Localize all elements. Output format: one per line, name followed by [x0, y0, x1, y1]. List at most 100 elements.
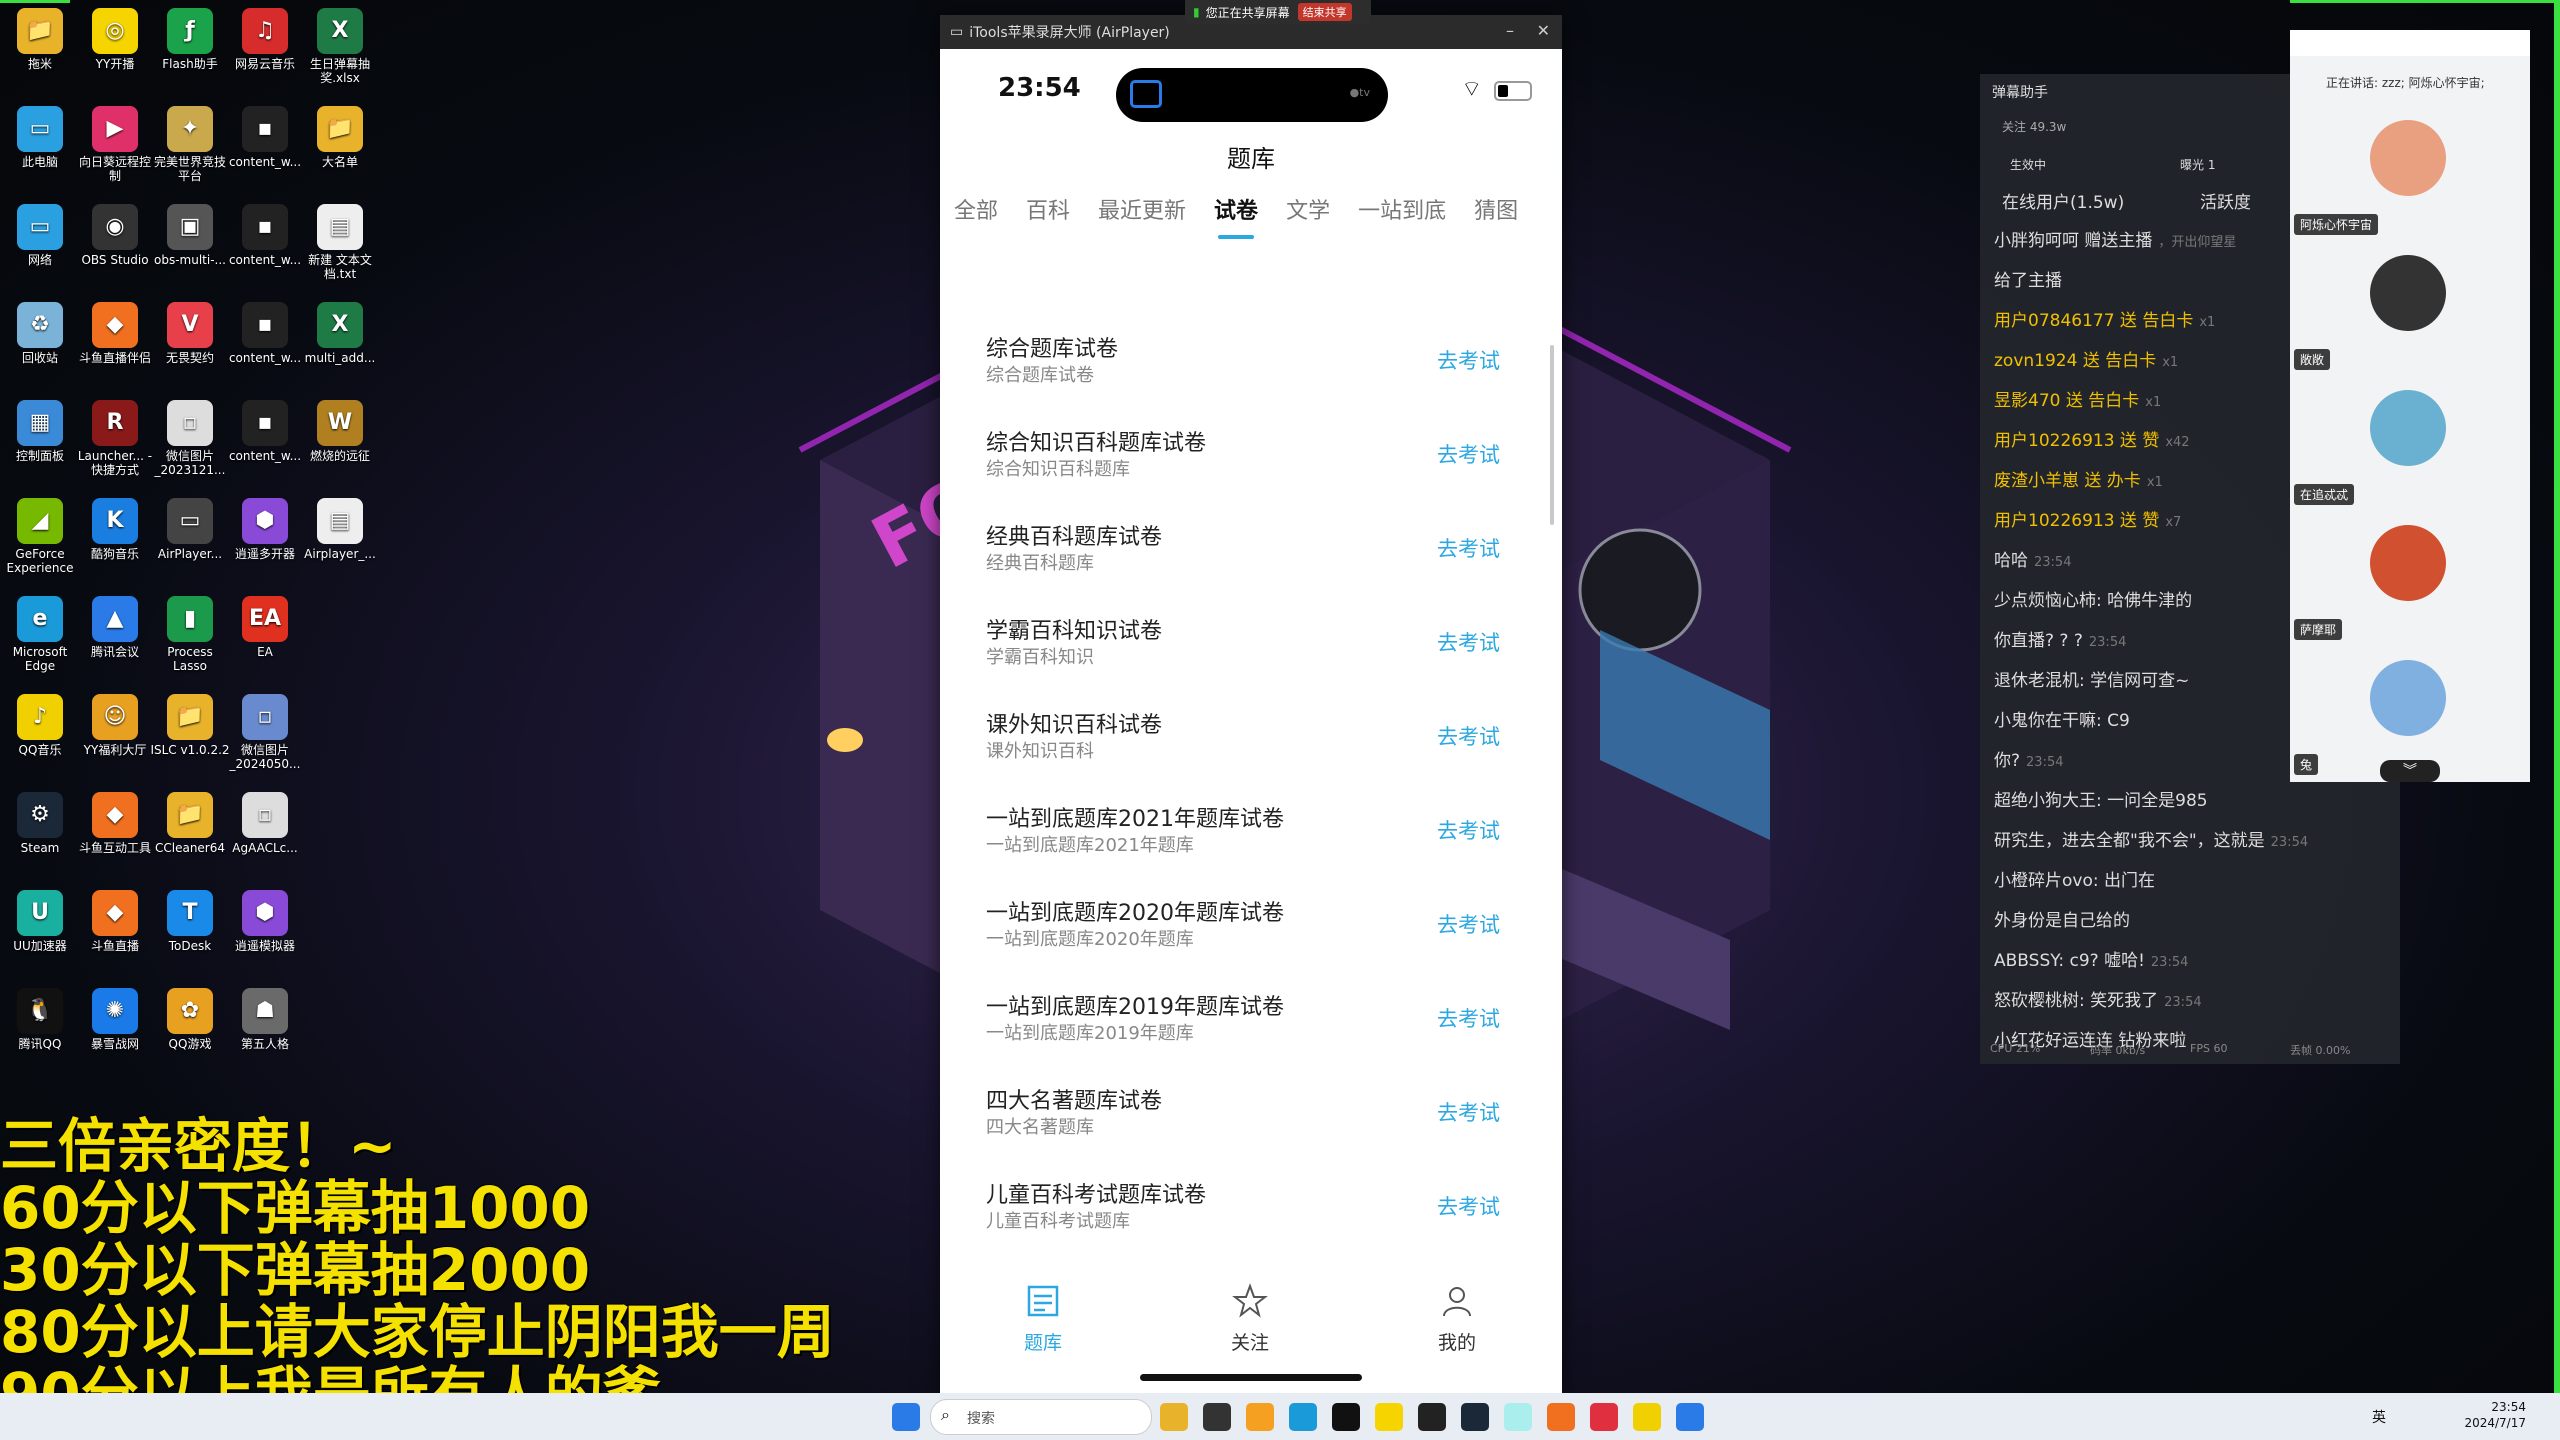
tab-3[interactable]: 试卷 [1214, 193, 1258, 239]
desktop-icon[interactable]: ☺ YY福利大厅 [75, 694, 155, 757]
desktop-icon[interactable]: ▲ 腾讯会议 [75, 596, 155, 659]
scrollbar[interactable] [1550, 345, 1554, 525]
tab-6[interactable]: 猜图 [1474, 193, 1518, 225]
desktop-icon[interactable]: ✺ 暴雪战网 [75, 988, 155, 1051]
desktop-icon[interactable]: ▪ content_w... [225, 204, 305, 267]
exam-list-item[interactable]: 学霸百科知识试卷 学霸百科知识 去考试 [940, 587, 1562, 681]
tab-4[interactable]: 文学 [1286, 193, 1330, 225]
taskbar-app-icon[interactable] [1332, 1403, 1360, 1431]
desktop-icon[interactable]: U UU加速器 [0, 890, 80, 953]
taskbar-app-icon[interactable] [1418, 1403, 1446, 1431]
take-exam-button[interactable]: 去考试 [1437, 1191, 1500, 1221]
take-exam-button[interactable]: 去考试 [1437, 1097, 1500, 1127]
desktop-icon[interactable]: ◆ 斗鱼互动工具 [75, 792, 155, 855]
end-share-button[interactable]: 结束共享 [1297, 3, 1352, 21]
desktop-icon[interactable]: ◎ YY开播 [75, 8, 155, 71]
taskbar-app-icon[interactable] [1203, 1403, 1231, 1431]
desktop-icon[interactable]: ▫ 微信图片_2024050... [225, 694, 305, 771]
desktop-icon[interactable]: Xmulti_add... [300, 302, 380, 365]
desktop-icon[interactable]: 📁 CCleaner64 [150, 792, 230, 855]
desktop-icon[interactable]: e Microsoft Edge [0, 596, 80, 673]
desktop-icon[interactable]: ♪ QQ音乐 [0, 694, 80, 757]
desktop-icon[interactable]: ⚙ Steam [0, 792, 80, 855]
desktop-icon[interactable]: ◉ OBS Studio [75, 204, 155, 267]
desktop-icon[interactable]: ▪ content_w... [225, 106, 305, 169]
tab-1[interactable]: 百科 [1026, 193, 1070, 225]
desktop-icon[interactable]: ▭ AirPlayer... [150, 498, 230, 561]
desktop-icon[interactable]: ▫ 微信图片_2023121... [150, 400, 230, 477]
desktop-icon[interactable]: ▪ content_w... [225, 400, 305, 463]
expand-button[interactable]: ︾ [2380, 760, 2440, 782]
desktop-icon[interactable]: 📁 大名单 [300, 106, 380, 169]
desktop-icon[interactable]: ▣ obs-multi-... [150, 204, 230, 267]
taskbar-app-icon[interactable] [1461, 1403, 1489, 1431]
clock[interactable]: 23:54 2024/7/17 [2452, 1399, 2526, 1431]
online-users[interactable]: 在线用户(1.5w) [2002, 188, 2124, 213]
desktop-icon[interactable]: K 酷狗音乐 [75, 498, 155, 561]
desktop-icon[interactable]: ▶ 向日葵远程控制 [75, 106, 155, 183]
minimize-button[interactable]: – [1506, 21, 1514, 40]
desktop-icon[interactable]: W 燃烧的远征 [300, 400, 380, 463]
exam-list-item[interactable]: 一站到底题库2019年题库试卷 一站到底题库2019年题库 去考试 [940, 963, 1562, 1057]
desktop-icon[interactable]: 🐧 腾讯QQ [0, 988, 80, 1051]
taskbar-app-icon[interactable] [1246, 1403, 1274, 1431]
desktop-icon[interactable]: ▭ 此电脑 [0, 106, 80, 169]
voice-member-avatar[interactable] [2370, 255, 2446, 331]
take-exam-button[interactable]: 去考试 [1437, 909, 1500, 939]
taskbar-app-icon[interactable] [1590, 1403, 1618, 1431]
desktop-icon[interactable]: ♫ 网易云音乐 [225, 8, 305, 71]
voice-member-avatar[interactable] [2370, 660, 2446, 736]
start-icon[interactable] [892, 1403, 920, 1431]
desktop-icon[interactable]: ✦ 完美世界竞技平台 [150, 106, 230, 183]
desktop-icon[interactable]: ▭ 网络 [0, 204, 80, 267]
exam-list-item[interactable]: 课外知识百科试卷 课外知识百科 去考试 [940, 681, 1562, 775]
desktop-icon[interactable]: ◆ 斗鱼直播 [75, 890, 155, 953]
voice-member-avatar[interactable] [2370, 390, 2446, 466]
nav-question-bank[interactable]: 题库 [983, 1283, 1103, 1355]
taskbar-app-icon[interactable] [1504, 1403, 1532, 1431]
exam-list-item[interactable]: 综合知识百科题库试卷 综合知识百科题库 去考试 [940, 399, 1562, 493]
take-exam-button[interactable]: 去考试 [1437, 345, 1500, 375]
desktop-icon[interactable]: ✿ QQ游戏 [150, 988, 230, 1051]
exam-list-item[interactable]: 一站到底题库2021年题库试卷 一站到底题库2021年题库 去考试 [940, 775, 1562, 869]
desktop-icon[interactable]: T ToDesk [150, 890, 230, 953]
taskbar-app-icon[interactable] [1547, 1403, 1575, 1431]
desktop-icon[interactable]: ▤ Airplayer_... [300, 498, 380, 561]
exam-list-item[interactable]: 综合题库试卷 综合题库试卷 去考试 [940, 305, 1562, 399]
take-exam-button[interactable]: 去考试 [1437, 439, 1500, 469]
desktop-icon[interactable]: 📁 ISLC v1.0.2.2 [150, 694, 230, 757]
exam-list-item[interactable]: 四大名著题库试卷 四大名著题库 去考试 [940, 1057, 1562, 1151]
taskbar-app-icon[interactable] [1289, 1403, 1317, 1431]
exam-list-item[interactable]: 一站到底题库2020年题库试卷 一站到底题库2020年题库 去考试 [940, 869, 1562, 963]
desktop-icon[interactable]: ▤ 新建 文本文档.txt [300, 204, 380, 281]
desktop-icon[interactable]: ☗ 第五人格 [225, 988, 305, 1051]
take-exam-button[interactable]: 去考试 [1437, 1003, 1500, 1033]
desktop-icon[interactable]: ▪ content_w... [225, 302, 305, 365]
take-exam-button[interactable]: 去考试 [1437, 815, 1500, 845]
tab-2[interactable]: 最近更新 [1098, 193, 1186, 225]
tab-0[interactable]: 全部 [954, 193, 998, 225]
ime-indicator[interactable]: 英 [2372, 1407, 2386, 1427]
desktop-icon[interactable]: R Launcher... - 快捷方式 [75, 400, 155, 477]
desktop-icon[interactable]: ▫ AgAACLc... [225, 792, 305, 855]
desktop-icon[interactable]: ▮ Process Lasso [150, 596, 230, 673]
exam-list-item[interactable]: 经典百科题库试卷 经典百科题库 去考试 [940, 493, 1562, 587]
nav-me[interactable]: 我的 [1397, 1283, 1517, 1355]
desktop-icon[interactable]: ◢ GeForce Experience [0, 498, 80, 575]
desktop-icon[interactable]: ◆ 斗鱼直播伴侣 [75, 302, 155, 365]
tab-5[interactable]: 一站到底 [1358, 193, 1446, 225]
desktop-icon[interactable]: 📁 拖米 [0, 8, 80, 71]
taskbar-app-icon[interactable] [1375, 1403, 1403, 1431]
voice-member-avatar[interactable] [2370, 525, 2446, 601]
desktop-icon[interactable]: ♻ 回收站 [0, 302, 80, 365]
close-button[interactable]: ✕ [1537, 21, 1550, 40]
desktop-icon[interactable]: X 生日弹幕抽奖.xlsx [300, 8, 380, 85]
taskbar-app-icon[interactable] [1160, 1403, 1188, 1431]
desktop-icon[interactable]: ▦ 控制面板 [0, 400, 80, 463]
take-exam-button[interactable]: 去考试 [1437, 533, 1500, 563]
voice-member-avatar[interactable] [2370, 120, 2446, 196]
search-box[interactable]: ⌕ 搜索 [930, 1399, 1152, 1435]
desktop-icon[interactable]: ⬢ 逍遥模拟器 [225, 890, 305, 953]
take-exam-button[interactable]: 去考试 [1437, 721, 1500, 751]
nav-follow[interactable]: 关注 [1190, 1283, 1310, 1355]
